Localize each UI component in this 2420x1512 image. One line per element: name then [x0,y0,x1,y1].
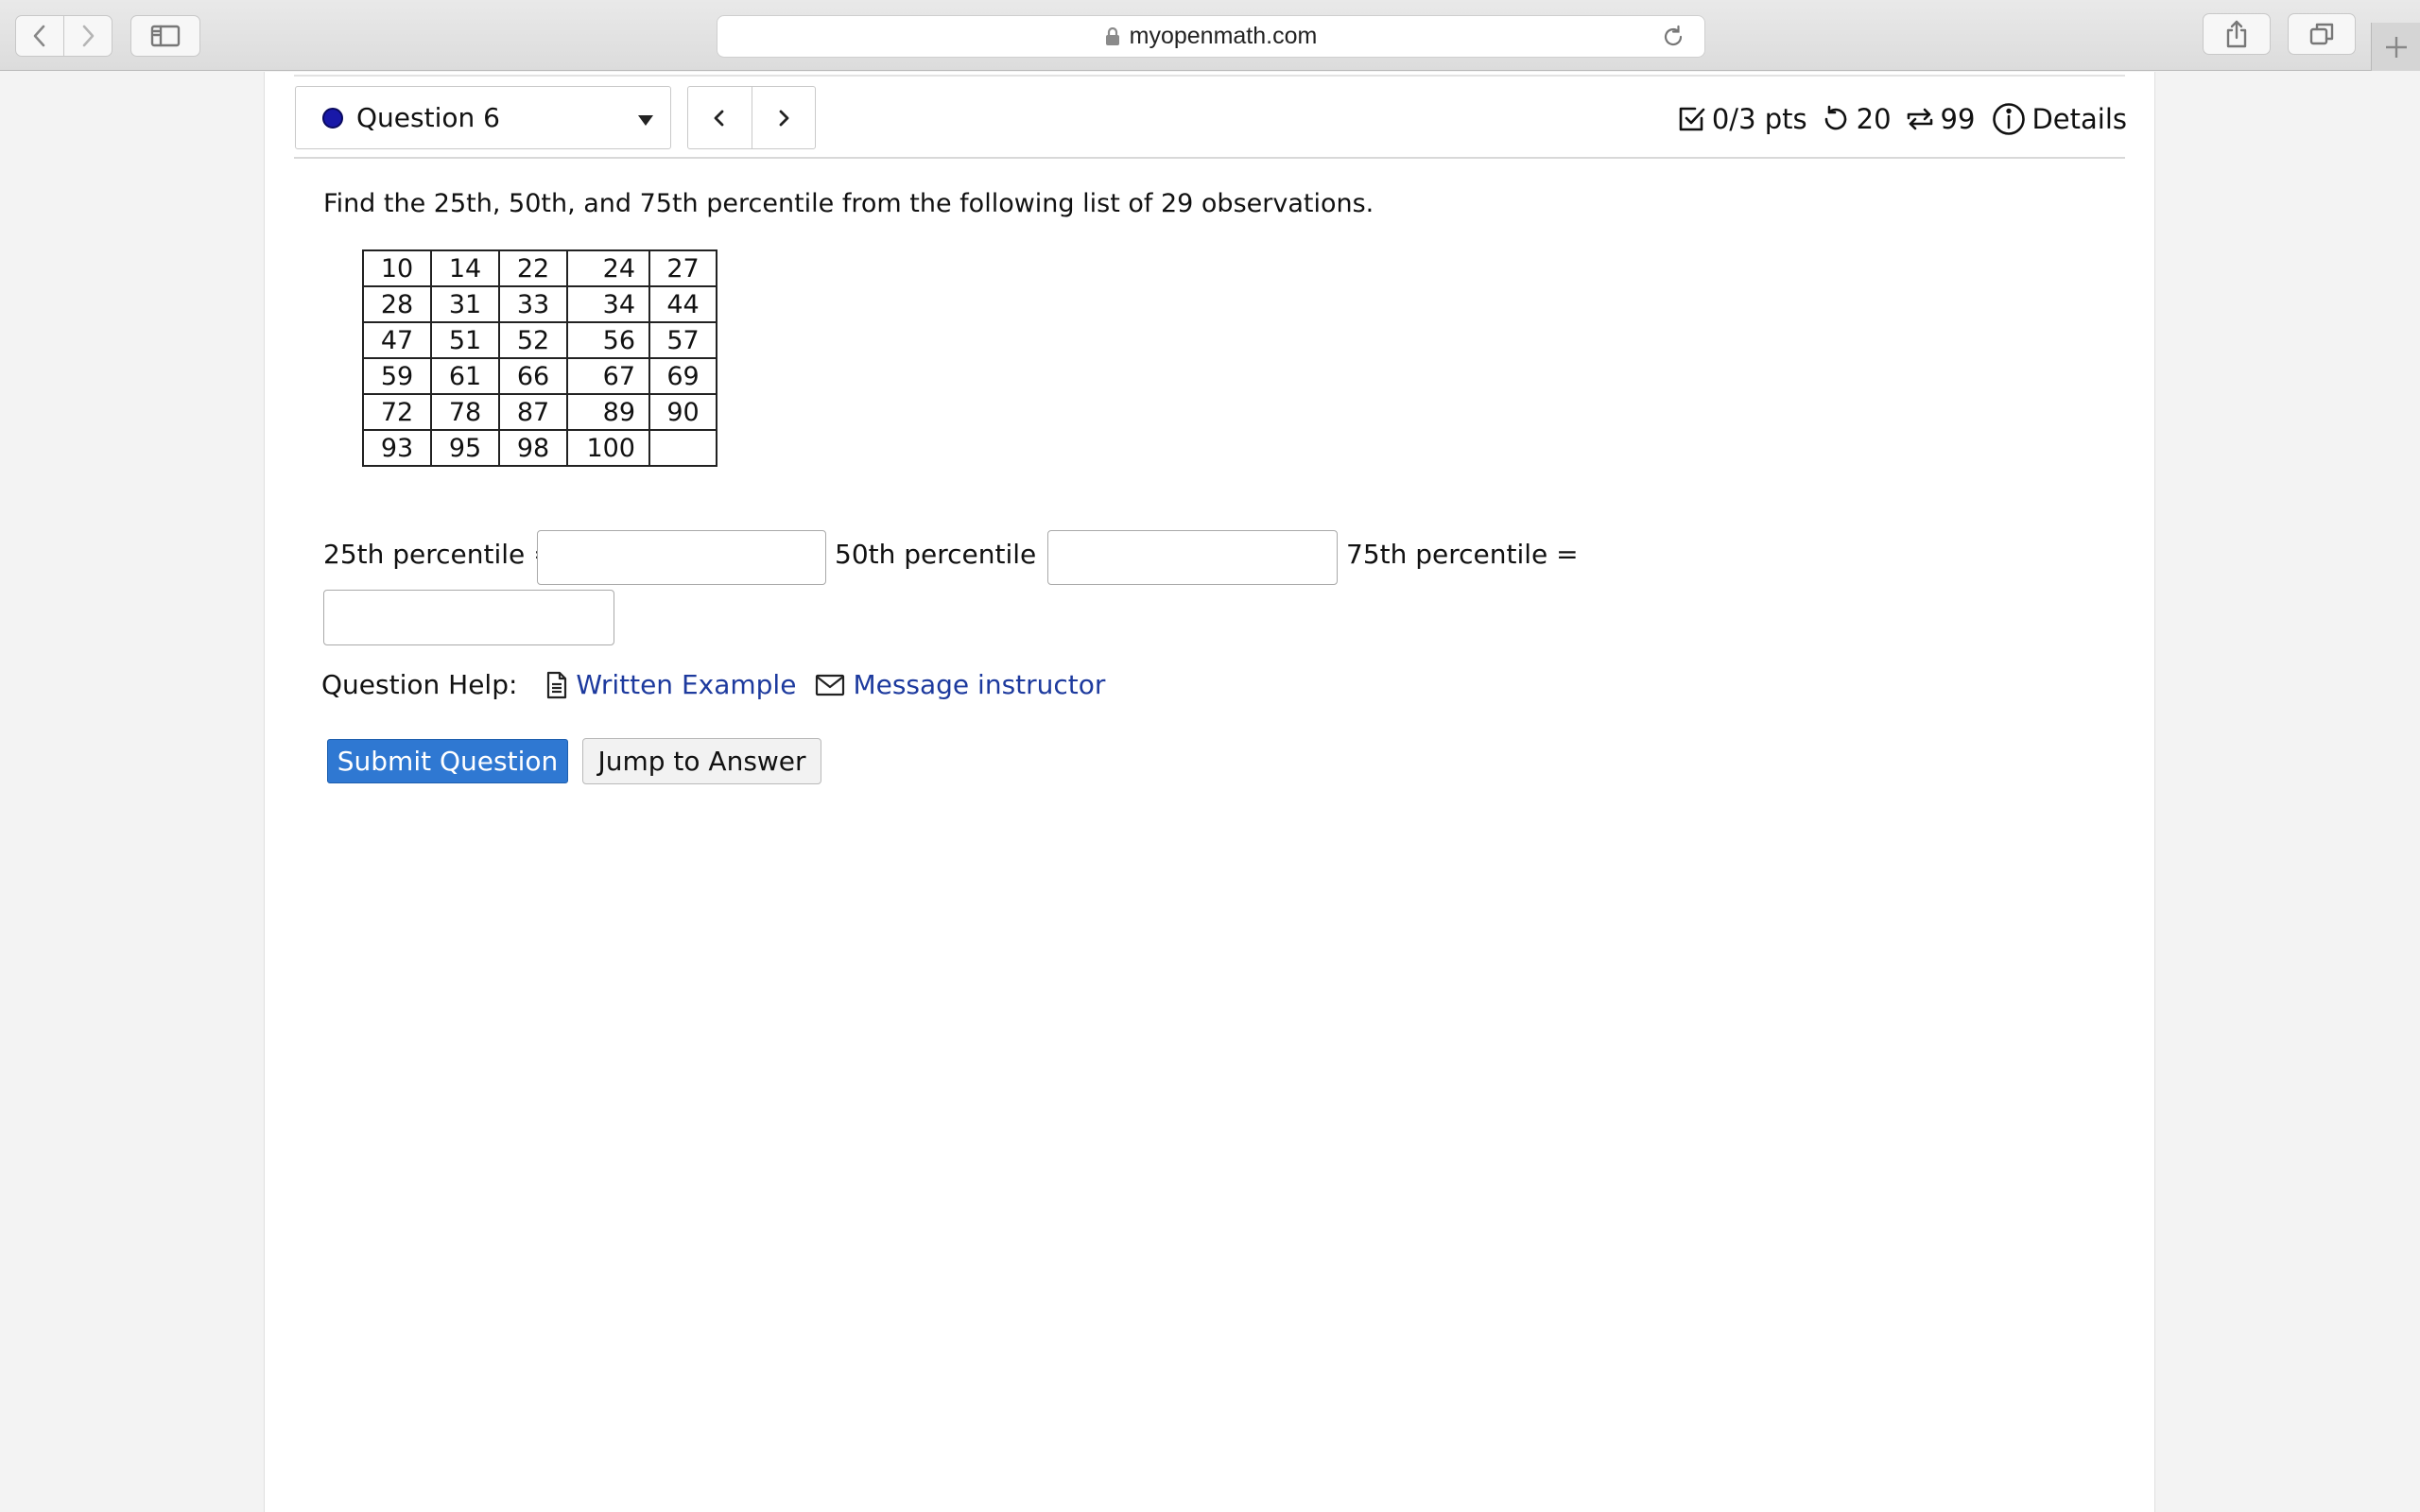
p50-input[interactable] [1047,530,1338,585]
new-tab-button[interactable] [2371,23,2420,71]
address-bar[interactable]: myopenmath.com [717,15,1705,58]
table-row: 28 31 33 34 44 [362,285,717,323]
table-cell: 98 [498,429,568,467]
top-divider [294,75,2125,77]
table-row: 72 78 87 89 90 [362,393,717,431]
table-cell: 69 [648,357,717,395]
checkbox-icon [1679,107,1705,131]
p75-label: 75th percentile = [1346,539,1579,570]
table-cell: 57 [648,321,717,359]
table-cell: 59 [362,357,432,395]
reload-icon [1664,25,1683,46]
tabs-button[interactable] [2288,13,2356,55]
chevron-left-icon [714,110,724,126]
table-cell: 51 [430,321,500,359]
next-question-button[interactable] [751,87,816,148]
question-nav [687,86,816,149]
share-button[interactable] [2203,13,2271,55]
table-cell: 72 [362,393,432,431]
prev-question-button[interactable] [688,87,752,148]
back-icon [33,25,45,47]
lock-icon [1105,26,1120,46]
sidebar-icon [150,25,181,47]
table-cell: 95 [430,429,500,467]
url-text: myopenmath.com [1129,23,1318,49]
table-cell: 14 [430,249,500,287]
table-cell [648,429,717,467]
table-cell: 31 [430,285,500,323]
table-cell: 100 [566,429,650,467]
written-example-label: Written Example [576,669,797,700]
repeat-icon [1907,108,1932,130]
versions-count: 99 [1940,103,1976,135]
retries-info: 20 [1821,103,1892,135]
p75-input[interactable] [323,590,614,645]
p25-label: 25th percentile = [323,539,556,570]
tabs-icon [2309,23,2334,45]
table-cell: 66 [498,357,568,395]
table-row: 47 51 52 56 57 [362,321,717,359]
retry-icon [1824,105,1846,130]
table-cell: 44 [648,285,717,323]
points-info: 0/3 pts [1678,103,1807,135]
share-icon [2226,20,2247,48]
table-cell: 56 [566,321,650,359]
table-cell: 78 [430,393,500,431]
question-select-label: Question 6 [356,102,500,133]
plus-icon [2385,36,2407,58]
table-cell: 93 [362,429,432,467]
page-content: Question 6 0/3 pts 20 99 Details Find th… [264,72,2155,1512]
table-row: 10 14 22 24 27 [362,249,717,287]
sidebar-button[interactable] [130,15,200,57]
table-cell: 33 [498,285,568,323]
back-button[interactable] [16,16,63,56]
jump-to-answer-button[interactable]: Jump to Answer [582,738,821,784]
question-status-bar: 0/3 pts 20 99 Details [1665,100,2127,138]
reload-button[interactable] [1661,25,1685,53]
table-cell: 67 [566,357,650,395]
question-prompt: Find the 25th, 50th, and 75th percentile… [323,189,1374,218]
question-status-dot [322,107,343,129]
document-icon [547,671,567,698]
details-label: Details [2031,103,2127,135]
table-cell: 28 [362,285,432,323]
written-example-link[interactable]: Written Example [545,669,796,700]
caret-down-icon [638,115,653,126]
observations-table: 10 14 22 24 27 28 31 33 34 44 47 51 52 56 57 59 61 66 67 69… [362,249,717,467]
question-select[interactable]: Question 6 [295,86,671,149]
history-nav [15,15,112,57]
table-row: 59 61 66 67 69 [362,357,717,395]
table-cell: 24 [566,249,650,287]
table-cell: 27 [648,249,717,287]
question-help-label: Question Help: [321,669,518,700]
table-cell: 87 [498,393,568,431]
table-cell: 52 [498,321,568,359]
message-instructor-label: Message instructor [853,669,1106,700]
table-cell: 47 [362,321,432,359]
table-cell: 90 [648,393,717,431]
p25-input[interactable] [537,530,826,585]
info-icon [1993,103,2026,135]
table-cell: 61 [430,357,500,395]
forward-icon [82,25,95,47]
message-instructor-link[interactable]: Message instructor [815,669,1105,700]
p50-label: 50th percentile = [835,539,1067,570]
browser-toolbar: myopenmath.com [0,0,2420,71]
question-help: Question Help: Written Example Message i… [321,669,1105,700]
details-button[interactable]: Details [1992,102,2127,136]
table-row: 93 95 98 100 [362,429,717,467]
retries-count: 20 [1856,103,1892,135]
points-text: 0/3 pts [1711,103,1807,135]
table-cell: 22 [498,249,568,287]
versions-info: 99 [1905,103,1976,135]
table-cell: 34 [566,285,650,323]
chevron-right-icon [779,110,789,126]
table-cell: 89 [566,393,650,431]
table-cell: 10 [362,249,432,287]
submit-question-button[interactable]: Submit Question [327,739,568,783]
header-divider [294,157,2125,159]
mail-icon [816,674,845,696]
forward-button[interactable] [63,16,112,56]
